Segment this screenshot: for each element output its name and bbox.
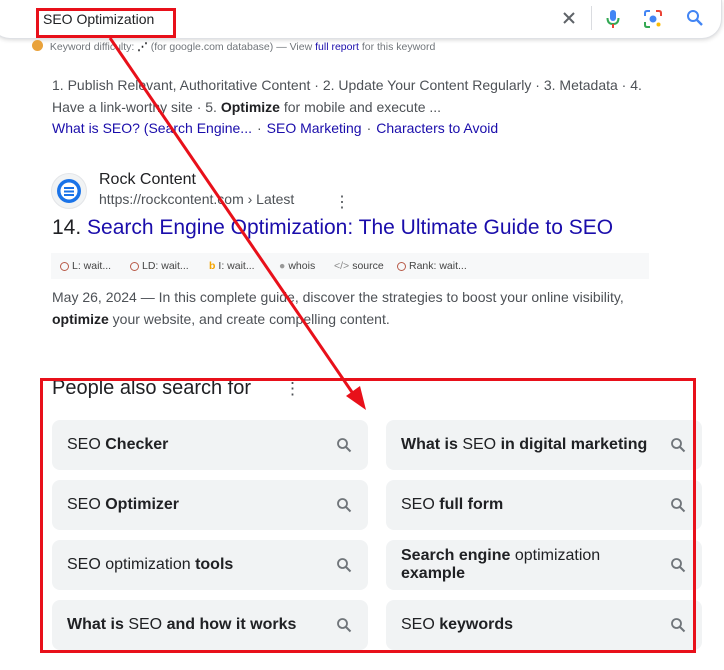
annotation-arrow-icon (108, 37, 366, 410)
